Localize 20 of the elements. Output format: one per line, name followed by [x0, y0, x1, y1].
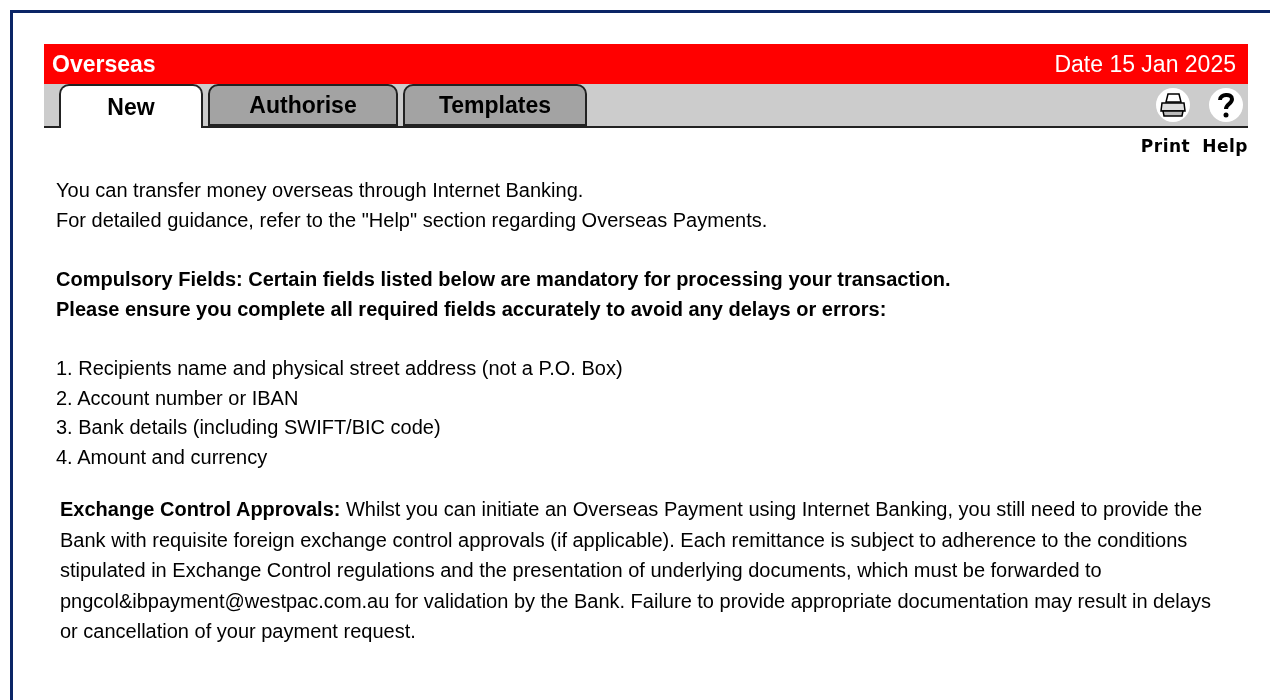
requirement-item: 2. Account number or IBAN: [56, 385, 300, 411]
requirement-item: 3. Bank details (including SWIFT/BIC code): [56, 415, 442, 440]
print-link[interactable]: Print: [1140, 136, 1191, 156]
print-button[interactable]: [1156, 88, 1190, 122]
requirement-item: 1. Recipients name and physical street address (not a P.O. Box): [56, 356, 624, 381]
intro-text: For detailed guidance, refer to the "Help" section regarding Overseas Payments.: [56, 207, 769, 233]
compulsory-notice: Please ensure you complete all required fields accurately to avoid any delays or errors:: [56, 296, 888, 322]
help-icon: [1217, 92, 1235, 118]
compulsory-notice: Compulsory Fields: Certain fields listed below are mandatory for processing your transaction.: [56, 267, 952, 292]
exchange-control-note: Exchange Control Approvals: Whilst you can initiate an Overseas Payment using Internet Banking, you still need to provide the Bank with requisite foreign exchange control approvals (if applicable). Each remittance is subject to adherence to the conditions stipulated in Exchange Control regulations and the presentation of underlying documents, which must be forwarded to pngcol&ibpayment@westpac.com.au for validation by the Bank. Failure to provide appropriate documentation may result in delays or cancellation of your payment request.: [60, 497, 1212, 644]
help-link[interactable]: Help: [1202, 136, 1248, 156]
printer-icon: [1159, 92, 1187, 118]
page-title: Overseas: [52, 50, 156, 78]
intro-text: You can transfer money overseas through Internet Banking.: [56, 178, 585, 203]
requirement-item: 4. Amount and currency: [56, 444, 269, 470]
help-button[interactable]: [1209, 88, 1243, 122]
tab[interactable]: Authorise: [208, 84, 398, 126]
date-label: Date 15 Jan 2025: [1054, 50, 1236, 78]
tab[interactable]: New: [59, 84, 203, 128]
tab[interactable]: Templates: [403, 84, 587, 126]
